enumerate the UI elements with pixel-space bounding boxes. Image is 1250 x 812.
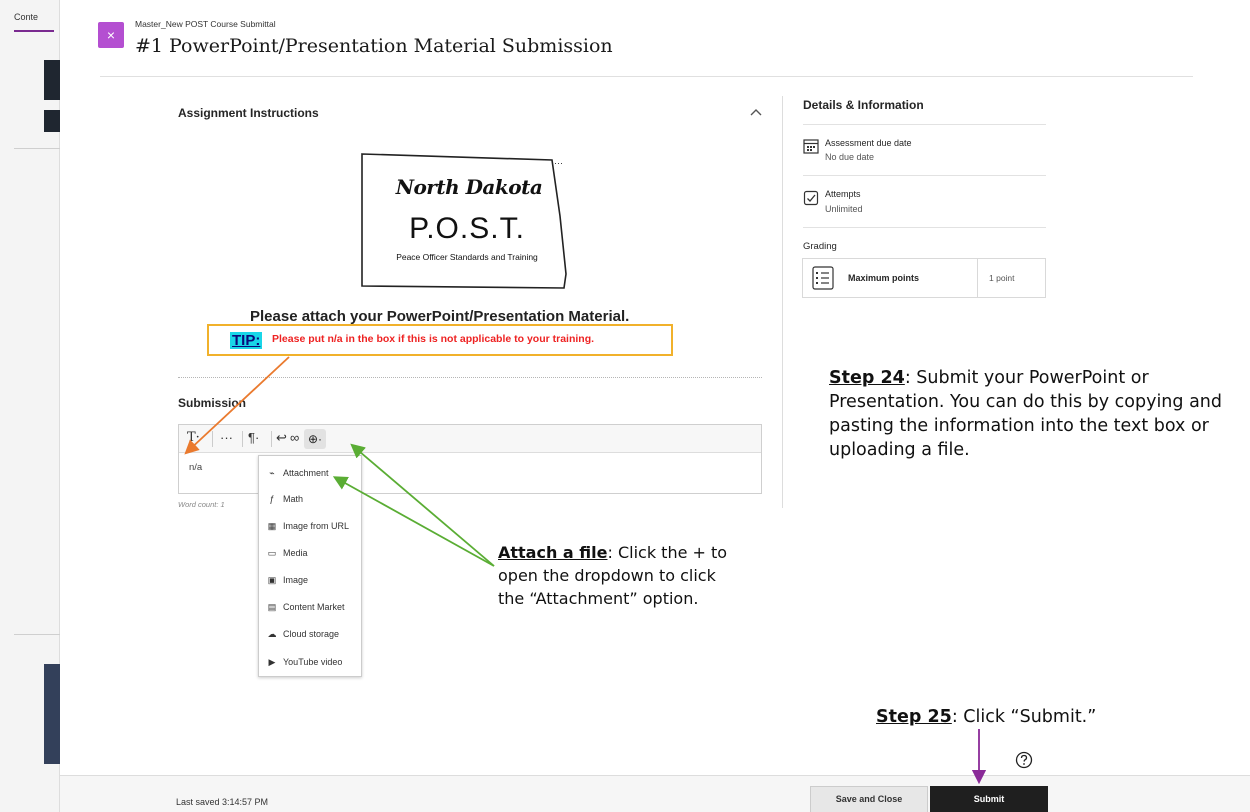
- step-25-title: Step 25: [876, 707, 952, 727]
- menu-item-image[interactable]: ▣ Image: [259, 567, 361, 593]
- background-thumbnail: [44, 110, 60, 132]
- undo-icon[interactable]: ↩: [276, 430, 287, 446]
- background-divider: [14, 634, 60, 635]
- menu-item-label: Image from URL: [283, 521, 350, 531]
- collapse-chevron-icon[interactable]: [750, 104, 762, 120]
- editor-toolbar: T· ··· ¶· ↩ ∞ ⊕·: [179, 425, 761, 453]
- due-date-label: Assessment due date: [825, 138, 912, 148]
- logo-state-name: North Dakota: [395, 175, 543, 199]
- calendar-icon: [803, 139, 819, 154]
- editor-text[interactable]: n/a: [189, 462, 202, 473]
- submission-heading: Submission: [178, 396, 247, 410]
- menu-item-math[interactable]: ƒ Math: [259, 486, 361, 512]
- grade-value: 1 point: [989, 273, 1015, 283]
- attach-material-heading: Please attach your PowerPoint/Presentati…: [250, 308, 630, 325]
- details-divider: [803, 175, 1046, 176]
- menu-item-cloud-storage[interactable]: ☁ Cloud storage: [259, 621, 361, 647]
- step-25-annotation: Step 25: Click “Submit.”: [876, 707, 1096, 727]
- math-icon: ƒ: [269, 494, 275, 504]
- menu-item-label: Cloud storage: [283, 629, 340, 639]
- tip-text: Please put n/a in the box if this is not…: [272, 333, 595, 345]
- column-divider: [782, 96, 783, 508]
- background-tab-underline: [14, 30, 54, 32]
- grading-card[interactable]: Maximum points 1 point: [802, 258, 1046, 298]
- breadcrumb[interactable]: Master_New POST Course Submittal: [135, 19, 276, 29]
- logo-acronym: P.O.S.T.: [409, 212, 525, 245]
- menu-item-label: YouTube video: [283, 657, 343, 667]
- rubric-list-icon: [812, 266, 834, 290]
- menu-item-label: Attachment: [283, 468, 329, 478]
- menu-item-content-market[interactable]: ▤ Content Market: [259, 594, 361, 620]
- toolbar-separator: [271, 431, 272, 447]
- page-title: #1 PowerPoint/Presentation Material Subm…: [135, 35, 613, 57]
- attempts-checkbox-icon: [803, 190, 819, 206]
- step-25-body: : Click “Submit.”: [951, 707, 1097, 727]
- save-and-close-button[interactable]: Save and Close: [810, 786, 928, 812]
- step-24-annotation: Step 24: Submit your PowerPoint or Prese…: [829, 366, 1249, 462]
- background-content-tab[interactable]: Conte: [14, 12, 38, 22]
- youtube-icon: ▶: [268, 657, 276, 667]
- step-24-title: Step 24: [829, 368, 905, 388]
- toolbar-separator: [242, 431, 243, 447]
- paragraph-dropdown[interactable]: ¶·: [248, 430, 259, 445]
- grade-name: Maximum points: [848, 273, 920, 283]
- background-divider: [14, 148, 60, 149]
- assignment-instructions-heading: Assignment Instructions: [178, 106, 319, 120]
- word-count: Word count: 1: [178, 500, 225, 509]
- due-date-value: No due date: [825, 152, 875, 162]
- insert-content-menu: ⌁ Attachment ƒ Math ▦ Image from URL ▭ M…: [258, 455, 362, 677]
- menu-item-attachment[interactable]: ⌁ Attachment: [259, 460, 361, 486]
- menu-item-label: Image: [283, 575, 309, 585]
- menu-item-label: Math: [283, 494, 304, 504]
- tip-label: TIP:: [230, 332, 263, 349]
- media-icon: ▭: [267, 548, 277, 558]
- header-divider: [100, 76, 1193, 77]
- toolbar-separator: [212, 431, 213, 447]
- svg-text:⋯: ⋯: [554, 158, 563, 168]
- attempts-label: Attempts: [825, 189, 861, 199]
- grade-card-divider: [977, 259, 978, 297]
- background-thumbnail: [44, 664, 60, 764]
- cart-icon: ▤: [267, 602, 277, 612]
- grading-label: Grading: [803, 241, 837, 252]
- menu-item-youtube-video[interactable]: ▶ YouTube video: [259, 649, 361, 675]
- footer-bar: Last saved 3:14:57 PM Save and Close Sub…: [60, 775, 1250, 812]
- attach-file-title: Attach a file: [498, 543, 608, 562]
- menu-item-label: Content Market: [283, 602, 345, 612]
- paperclip-icon: ⌁: [269, 468, 275, 478]
- link-icon[interactable]: ∞: [290, 430, 299, 445]
- logo-subtitle: Peace Officer Standards and Training: [396, 252, 538, 262]
- attempts-value: Unlimited: [825, 204, 863, 214]
- details-divider: [803, 124, 1046, 125]
- image-url-icon: ▦: [267, 521, 277, 531]
- insert-content-button[interactable]: ⊕·: [304, 429, 326, 449]
- screen: Conte × Master_New POST Course Submittal…: [0, 0, 1250, 812]
- cloud-icon: ☁: [267, 629, 277, 639]
- background-thumbnail: [44, 60, 60, 100]
- section-divider: [178, 377, 762, 378]
- background-course-strip: Conte: [0, 0, 60, 812]
- text-style-dropdown[interactable]: T·: [187, 430, 200, 445]
- attach-file-annotation: Attach a file: Click the + to open the d…: [498, 541, 728, 610]
- menu-item-image-from-url[interactable]: ▦ Image from URL: [259, 513, 361, 539]
- menu-item-label: Media: [283, 548, 308, 558]
- more-options-button[interactable]: ···: [220, 430, 233, 445]
- help-icon[interactable]: [1015, 751, 1033, 769]
- details-heading: Details & Information: [803, 98, 924, 112]
- close-panel-button[interactable]: ×: [98, 22, 124, 48]
- details-divider: [803, 227, 1046, 228]
- submit-button[interactable]: Submit: [930, 786, 1048, 812]
- menu-item-media[interactable]: ▭ Media: [259, 540, 361, 566]
- image-icon: ▣: [267, 575, 277, 585]
- last-saved-status: Last saved 3:14:57 PM: [176, 797, 269, 807]
